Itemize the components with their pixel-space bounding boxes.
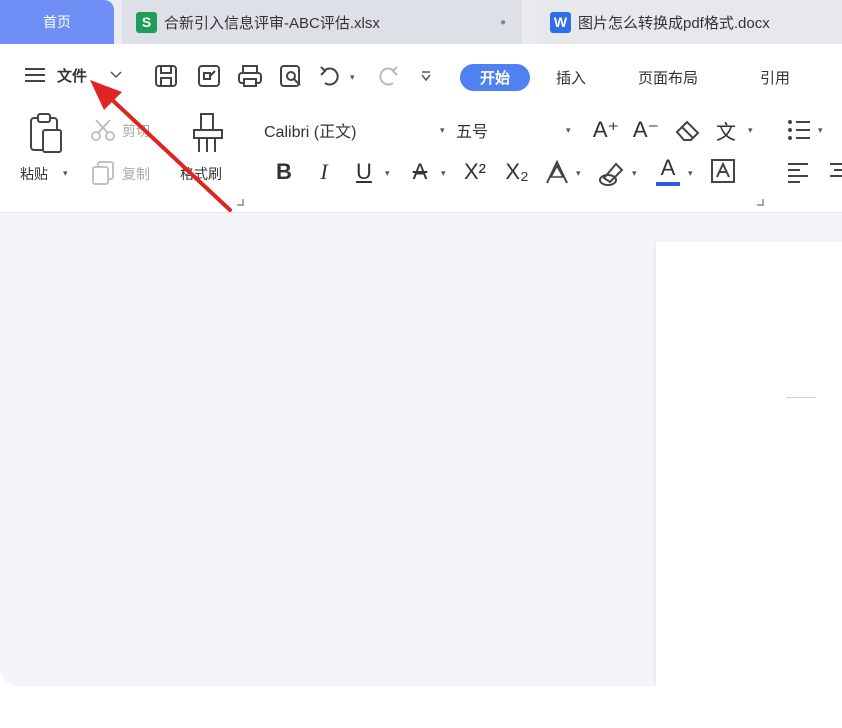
font-family-value: Calibri (正文) [264, 124, 357, 141]
tab-home-label: 首页 [43, 14, 71, 30]
subscript-button[interactable]: X₂ [500, 158, 534, 186]
copy-icon[interactable] [90, 160, 116, 186]
word-doc-icon: W [550, 11, 571, 33]
hamburger-menu-icon[interactable] [24, 67, 46, 83]
character-border-icon[interactable] [710, 158, 736, 184]
font-group-expander-icon[interactable] [756, 198, 764, 206]
format-painter-icon[interactable] [190, 112, 226, 156]
paste-button[interactable]: 粘贴 [20, 164, 48, 184]
grow-font-button[interactable]: A⁺ [592, 116, 620, 144]
font-color-dropdown-icon[interactable]: ▾ [688, 168, 693, 179]
tab-spreadsheet[interactable]: S 合新引入信息评审-ABC评估.xlsx ● [122, 0, 522, 44]
cut-button[interactable]: 剪切 [122, 121, 150, 141]
tab-start-label: 开始 [479, 70, 510, 87]
tab-home[interactable]: 首页 [0, 0, 114, 44]
strikethrough-dropdown-icon[interactable]: ▾ [441, 168, 446, 179]
highlight-dropdown-icon[interactable]: ▾ [632, 168, 637, 179]
spreadsheet-icon: S [136, 11, 157, 33]
text-effect-icon[interactable] [544, 160, 570, 186]
text-effect-dropdown-icon[interactable]: ▾ [576, 168, 581, 179]
clear-format-eraser-icon[interactable] [674, 118, 702, 142]
print-icon[interactable] [236, 63, 264, 89]
tab-page-layout[interactable]: 页面布局 [638, 67, 698, 88]
font-size-value: 五号 [456, 124, 489, 141]
font-size-dropdown-icon[interactable]: ▾ [566, 125, 571, 136]
tab-insert[interactable]: 插入 [556, 67, 586, 88]
save-icon[interactable] [153, 63, 179, 89]
tab-reference[interactable]: 引用 [760, 67, 790, 88]
clipboard-group-expander-icon[interactable] [236, 198, 244, 206]
redo-icon[interactable] [374, 64, 400, 88]
font-family-dropdown-icon[interactable]: ▾ [440, 125, 445, 136]
strikethrough-button[interactable]: A [406, 158, 434, 186]
shrink-font-button[interactable]: A⁻ [632, 116, 660, 144]
chevron-down-icon[interactable] [110, 71, 122, 79]
italic-button[interactable]: I [310, 158, 338, 186]
tab-bar: 首页 S 合新引入信息评审-ABC评估.xlsx ● W 图片怎么转换成pdf格… [0, 0, 842, 44]
tab-close-dot-icon[interactable]: ● [500, 17, 506, 28]
font-color-bar [656, 182, 680, 186]
phonetic-dropdown-icon[interactable]: ▾ [748, 125, 753, 136]
tab-document[interactable]: W 图片怎么转换成pdf格式.docx [536, 0, 842, 44]
undo-dropdown-icon[interactable]: ▾ [350, 72, 355, 83]
font-color-button[interactable]: A [654, 154, 682, 182]
document-page[interactable] [656, 242, 842, 686]
tab-spreadsheet-label: 合新引入信息评审-ABC评估.xlsx [164, 14, 380, 32]
phonetic-guide-button[interactable]: 文 [712, 116, 740, 144]
superscript-button[interactable]: X² [458, 158, 492, 186]
copy-button[interactable]: 复制 [122, 164, 150, 184]
bullet-list-icon[interactable] [786, 118, 812, 142]
tab-start[interactable]: 开始 [460, 64, 530, 91]
scissors-icon[interactable] [90, 118, 116, 142]
format-painter-button[interactable]: 格式刷 [180, 164, 222, 184]
bold-button[interactable]: B [270, 158, 298, 186]
align-center-icon[interactable] [828, 160, 842, 184]
paste-icon[interactable] [26, 112, 66, 156]
font-size-select[interactable]: 五号 [456, 116, 576, 144]
menu-file[interactable]: 文件 [57, 65, 87, 86]
font-family-select[interactable]: Calibri (正文) [264, 116, 450, 144]
print-preview-icon[interactable] [278, 63, 304, 89]
underline-button[interactable]: U [350, 158, 378, 186]
undo-icon[interactable] [318, 64, 344, 88]
tab-document-label: 图片怎么转换成pdf格式.docx [578, 14, 770, 32]
export-pdf-icon[interactable] [196, 63, 222, 89]
margin-marker [786, 397, 816, 398]
highlight-pen-icon[interactable] [598, 160, 626, 186]
more-chevron-icon[interactable] [420, 70, 432, 82]
paste-dropdown-icon[interactable]: ▾ [63, 168, 68, 179]
align-left-icon[interactable] [786, 160, 810, 184]
bottom-strip [0, 686, 842, 728]
underline-dropdown-icon[interactable]: ▾ [385, 168, 390, 179]
bullet-list-dropdown-icon[interactable]: ▾ [818, 125, 823, 136]
